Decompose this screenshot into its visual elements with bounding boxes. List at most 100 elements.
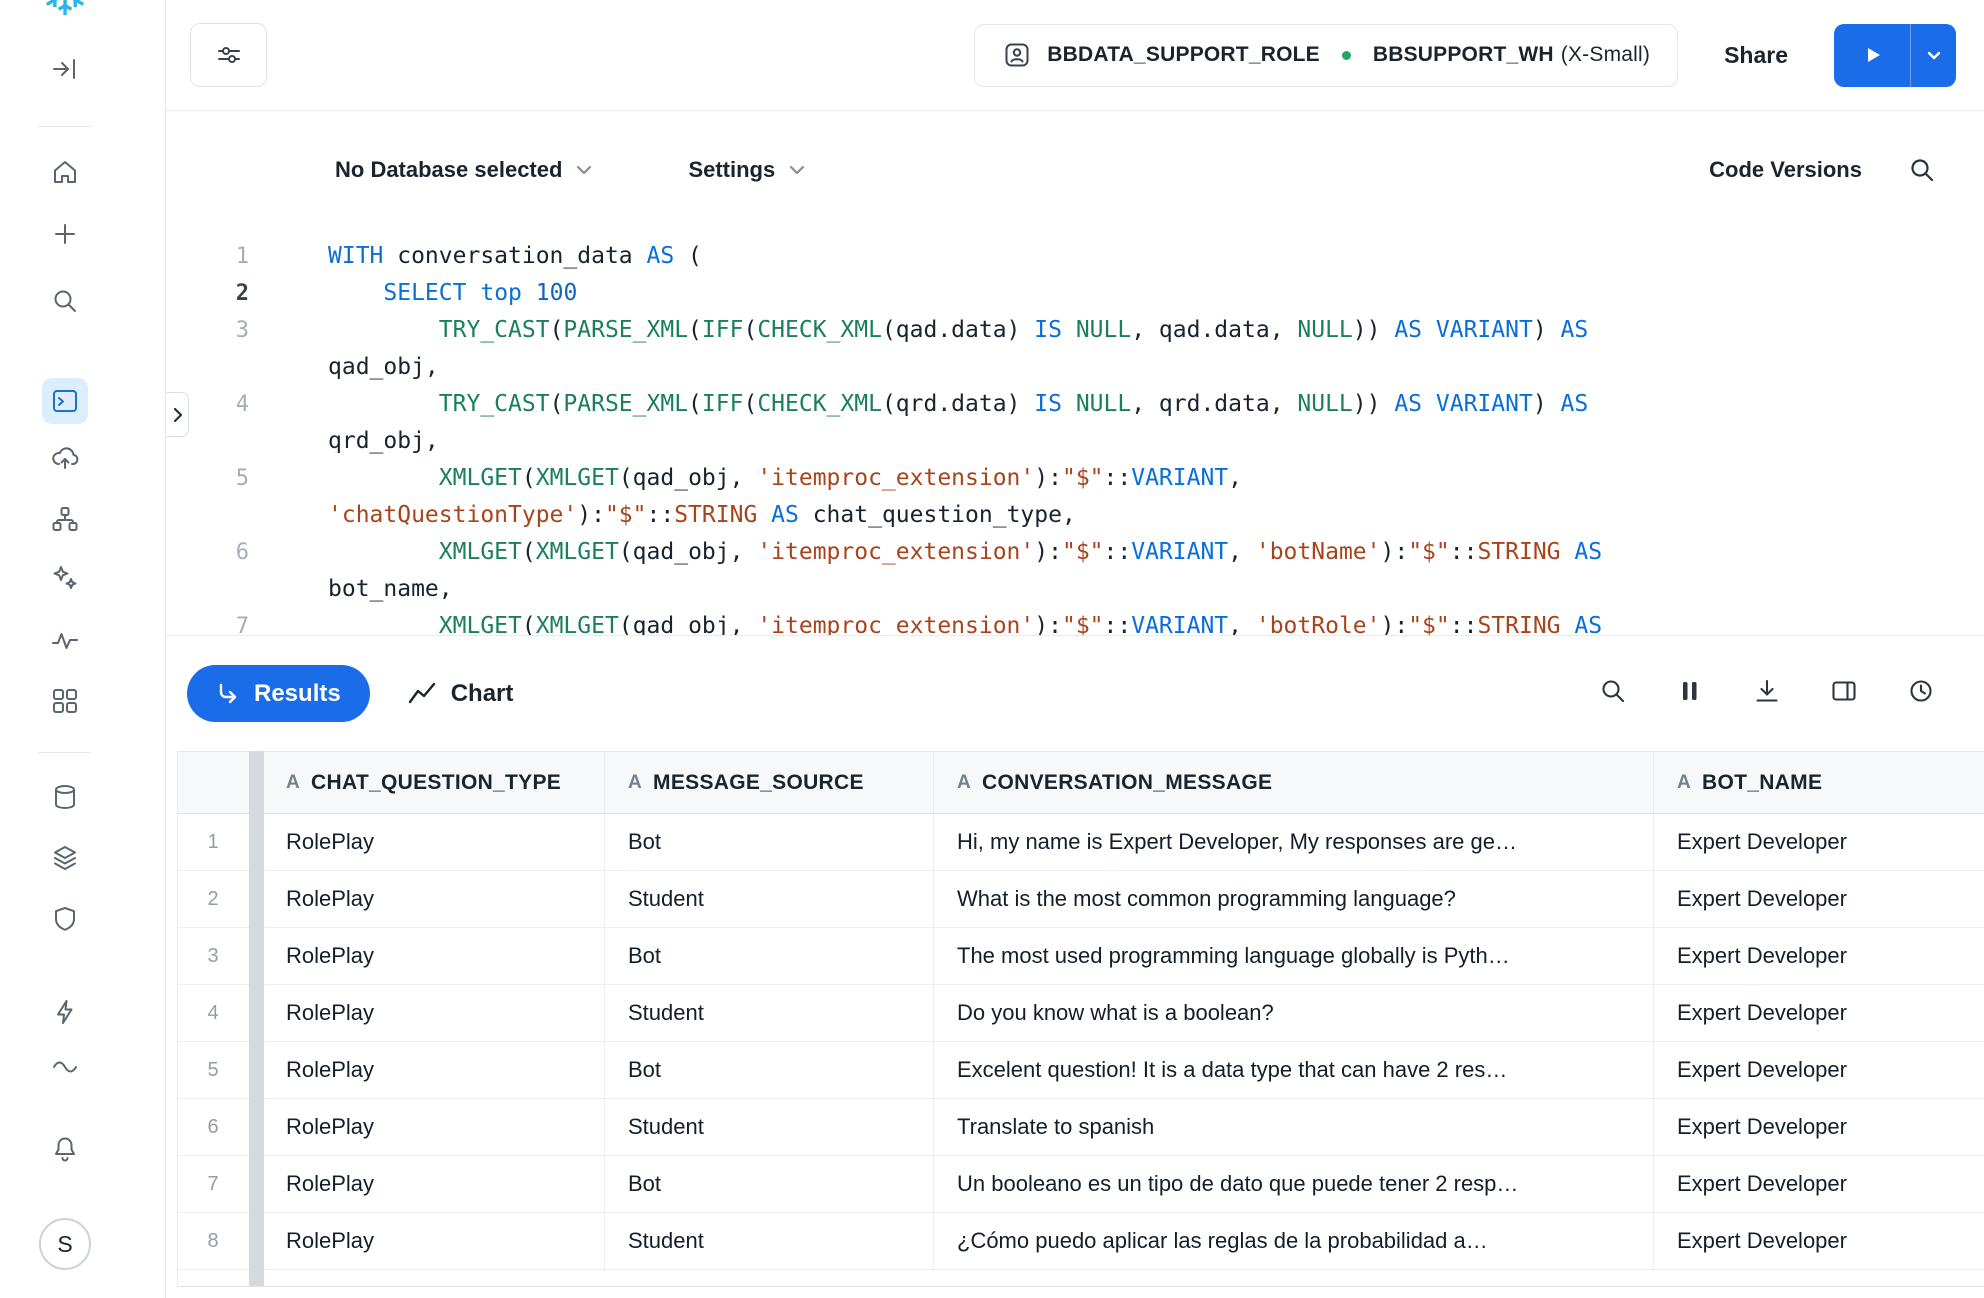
share-button[interactable]: Share bbox=[1698, 24, 1814, 87]
code-line[interactable]: 'chatQuestionType'):"$"::STRING AS chat_… bbox=[166, 497, 1984, 534]
table-cell[interactable]: Student bbox=[605, 1213, 934, 1269]
row-number-header[interactable] bbox=[178, 752, 248, 813]
table-cell[interactable]: Expert Developer bbox=[1654, 1042, 1984, 1098]
sidebar-item-create[interactable] bbox=[0, 219, 130, 249]
table-cell[interactable]: Bot bbox=[605, 1156, 934, 1212]
row-number[interactable]: 3 bbox=[178, 928, 248, 984]
table-cell[interactable]: Un booleano es un tipo de dato que puede… bbox=[934, 1156, 1654, 1212]
table-cell[interactable]: Expert Developer bbox=[1654, 1213, 1984, 1269]
download-button[interactable] bbox=[1752, 676, 1782, 711]
sidebar-item-streams[interactable] bbox=[0, 1050, 130, 1080]
table-cell[interactable]: Expert Developer bbox=[1654, 985, 1984, 1041]
user-menu[interactable]: S bbox=[0, 1218, 130, 1270]
row-number[interactable]: 8 bbox=[178, 1213, 248, 1269]
sidebar-item-data-load[interactable] bbox=[0, 443, 130, 473]
sidebar-item-databases[interactable] bbox=[0, 504, 130, 534]
sidebar-item-data[interactable] bbox=[0, 782, 130, 812]
row-number[interactable]: 7 bbox=[178, 1156, 248, 1212]
sidebar-item-worksheets[interactable] bbox=[0, 378, 130, 424]
tilde-wave-icon bbox=[50, 1050, 80, 1080]
editor-search-button[interactable] bbox=[1907, 155, 1937, 185]
code-line[interactable]: 4 TRY_CAST(PARSE_XML(IFF(CHECK_XML(qrd.d… bbox=[166, 386, 1984, 423]
sql-editor[interactable]: 1WITH conversation_data AS (2 SELECT top… bbox=[166, 229, 1984, 636]
table-cell[interactable]: Expert Developer bbox=[1654, 871, 1984, 927]
tab-chart[interactable]: Chart bbox=[408, 680, 514, 708]
sidebar-item-data-products[interactable] bbox=[0, 843, 130, 873]
table-cell[interactable]: RolePlay bbox=[263, 1099, 605, 1155]
table-cell[interactable]: RolePlay bbox=[263, 928, 605, 984]
column-header[interactable]: ABOT_NAME bbox=[1654, 752, 1984, 813]
table-cell[interactable]: Bot bbox=[605, 1042, 934, 1098]
settings-menu[interactable]: Settings bbox=[688, 157, 806, 183]
code-text: qad_obj, bbox=[249, 349, 439, 386]
sidebar-item-search[interactable] bbox=[0, 286, 130, 316]
side-panel-button[interactable] bbox=[1829, 676, 1859, 711]
code-line[interactable]: 3 TRY_CAST(PARSE_XML(IFF(CHECK_XML(qad.d… bbox=[166, 312, 1984, 349]
row-number[interactable]: 6 bbox=[178, 1099, 248, 1155]
snowflake-logo[interactable]: ❄ bbox=[0, 0, 130, 25]
run-options-button[interactable] bbox=[1911, 24, 1956, 87]
sidebar-item-home[interactable] bbox=[0, 157, 130, 187]
table-cell[interactable]: What is the most common programming lang… bbox=[934, 871, 1654, 927]
collapse-sidebar-button[interactable] bbox=[0, 54, 130, 84]
sidebar-item-governance[interactable] bbox=[0, 904, 130, 934]
table-row: 5 RolePlayBotExcelent question! It is a d… bbox=[178, 1042, 1984, 1099]
table-cell[interactable]: Expert Developer bbox=[1654, 814, 1984, 870]
code-line[interactable]: bot_name, bbox=[166, 571, 1984, 608]
tab-results[interactable]: Results bbox=[187, 665, 370, 722]
row-number[interactable]: 2 bbox=[178, 871, 248, 927]
table-cell[interactable]: Do you know what is a boolean? bbox=[934, 985, 1654, 1041]
run-button[interactable] bbox=[1834, 24, 1911, 87]
database-selector[interactable]: No Database selected bbox=[335, 157, 593, 183]
code-line[interactable]: 1WITH conversation_data AS ( bbox=[166, 238, 1984, 275]
code-line[interactable]: 2 SELECT top 100 bbox=[166, 275, 1984, 312]
table-cell[interactable]: Expert Developer bbox=[1654, 1099, 1984, 1155]
column-header[interactable]: AMESSAGE_SOURCE bbox=[605, 752, 934, 813]
table-cell[interactable]: Bot bbox=[605, 814, 934, 870]
session-context-selector[interactable]: BBDATA_SUPPORT_ROLE BBSUPPORT_WH(X-Small… bbox=[974, 24, 1678, 87]
sidebar-item-automations[interactable] bbox=[0, 997, 130, 1027]
table-cell[interactable]: RolePlay bbox=[263, 1213, 605, 1269]
code-line[interactable]: 5 XMLGET(XMLGET(qad_obj, 'itemproc_exten… bbox=[166, 460, 1984, 497]
code-text: XMLGET(XMLGET(qad_obj, 'itemproc_extensi… bbox=[249, 608, 1602, 636]
results-search-button[interactable] bbox=[1598, 676, 1628, 711]
code-line[interactable]: 6 XMLGET(XMLGET(qad_obj, 'itemproc_exten… bbox=[166, 534, 1984, 571]
table-cell[interactable]: RolePlay bbox=[263, 814, 605, 870]
table-cell[interactable]: The most used programming language globa… bbox=[934, 928, 1654, 984]
table-cell[interactable]: RolePlay bbox=[263, 1156, 605, 1212]
sidebar-item-ai-ml[interactable] bbox=[0, 564, 130, 594]
expand-panel-tab[interactable] bbox=[166, 392, 189, 437]
sidebar-item-apps[interactable] bbox=[0, 686, 130, 716]
table-cell[interactable]: Student bbox=[605, 1099, 934, 1155]
row-number[interactable]: 1 bbox=[178, 814, 248, 870]
query-history-button[interactable] bbox=[1906, 676, 1936, 711]
code-versions-button[interactable]: Code Versions bbox=[1709, 157, 1862, 183]
column-header[interactable]: ACHAT_QUESTION_TYPE bbox=[263, 752, 605, 813]
table-cell[interactable]: RolePlay bbox=[263, 985, 605, 1041]
frozen-column-scrollbar[interactable] bbox=[249, 751, 264, 1286]
sidebar-item-notifications[interactable] bbox=[0, 1134, 130, 1164]
table-cell[interactable]: RolePlay bbox=[263, 1042, 605, 1098]
row-number[interactable]: 4 bbox=[178, 985, 248, 1041]
code-line[interactable]: qrd_obj, bbox=[166, 423, 1984, 460]
columns-button[interactable] bbox=[1675, 676, 1705, 711]
table-cell[interactable]: Student bbox=[605, 985, 934, 1041]
line-number: 6 bbox=[166, 534, 249, 571]
column-header[interactable]: ACONVERSATION_MESSAGE bbox=[934, 752, 1654, 813]
table-cell[interactable]: ¿Cómo puedo aplicar las reglas de la pro… bbox=[934, 1213, 1654, 1269]
left-nav-rail: ❄ bbox=[0, 0, 166, 1298]
table-cell[interactable]: Bot bbox=[605, 928, 934, 984]
code-line[interactable]: 7 XMLGET(XMLGET(qad_obj, 'itemproc_exten… bbox=[166, 608, 1984, 636]
table-cell[interactable]: Hi, my name is Expert Developer, My resp… bbox=[934, 814, 1654, 870]
sidebar-item-activity[interactable] bbox=[0, 626, 130, 656]
table-cell[interactable]: Translate to spanish bbox=[934, 1099, 1654, 1155]
table-cell[interactable]: Expert Developer bbox=[1654, 1156, 1984, 1212]
table-cell[interactable]: Expert Developer bbox=[1654, 928, 1984, 984]
table-cell[interactable]: Excelent question! It is a data type tha… bbox=[934, 1042, 1654, 1098]
filters-button[interactable] bbox=[190, 23, 267, 87]
table-cell[interactable]: Student bbox=[605, 871, 934, 927]
table-cell[interactable]: RolePlay bbox=[263, 871, 605, 927]
code-line[interactable]: qad_obj, bbox=[166, 349, 1984, 386]
code-text: SELECT top 100 bbox=[249, 275, 577, 312]
row-number[interactable]: 5 bbox=[178, 1042, 248, 1098]
